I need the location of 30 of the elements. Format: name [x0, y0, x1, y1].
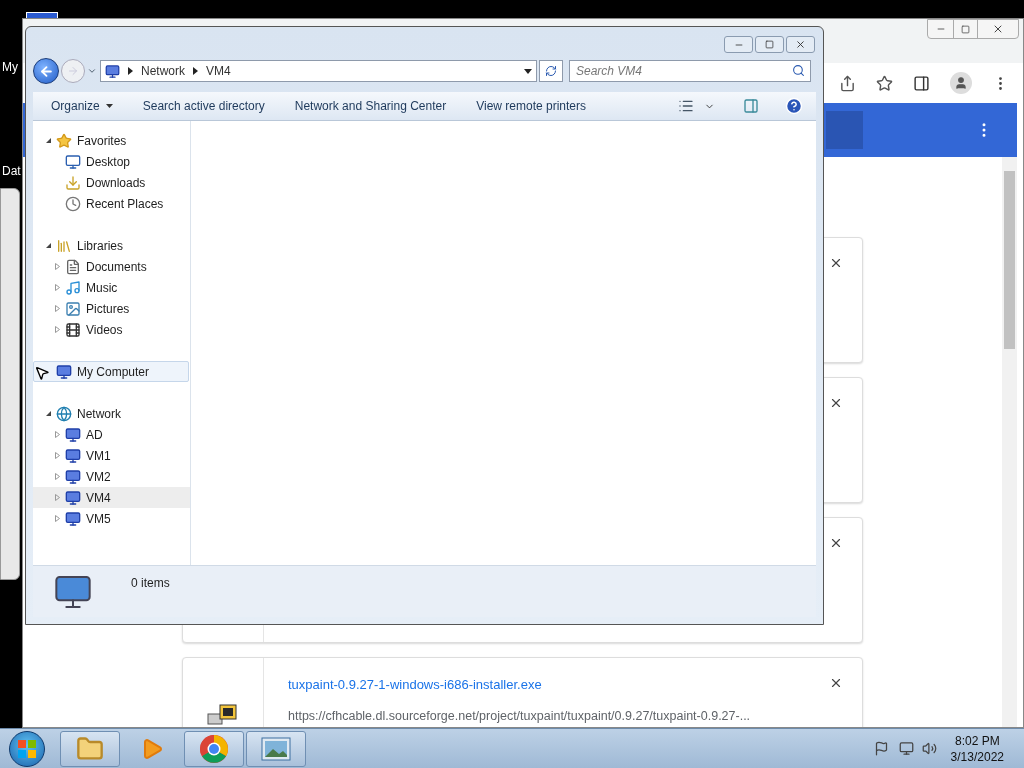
command-button[interactable]: View remote printers: [476, 97, 586, 115]
desktop-icon-label[interactable]: Dat: [2, 162, 21, 180]
command-button[interactable]: Network and Sharing Center: [294, 97, 447, 115]
navigation-item[interactable]: VM2: [33, 466, 190, 487]
navigation-item[interactable]: Recent Places: [33, 193, 190, 214]
command-button[interactable]: Organize: [51, 97, 113, 115]
item-count: 0 items: [131, 575, 170, 592]
address-bar[interactable]: Network VM4: [100, 60, 537, 82]
navigation-item[interactable]: VM4: [33, 487, 190, 508]
desktop-icon-label[interactable]: My: [2, 58, 18, 76]
search-field[interactable]: Search VM4: [569, 60, 811, 82]
navigation-group[interactable]: Favorites: [33, 130, 189, 151]
navigation-item[interactable]: Videos: [33, 319, 190, 340]
navigation-item[interactable]: Desktop: [33, 151, 190, 172]
navigation-item[interactable]: Downloads: [33, 172, 190, 193]
navigation-group[interactable]: Libraries: [33, 235, 189, 256]
download-url: https://cfhcable.dl.sourceforge.net/project/tuxpaint/tuxpaint/0.9.27/tuxpaint-0.9.27-...: [288, 707, 752, 725]
navigation-item[interactable]: AD: [33, 424, 190, 445]
navigation-group[interactable]: My Computer: [33, 361, 189, 382]
navigation-item[interactable]: VM1: [33, 445, 190, 466]
breadcrumb-item[interactable]: Network: [141, 62, 185, 80]
breadcrumb-item[interactable]: VM4: [206, 62, 231, 80]
navigation-item[interactable]: Documents: [33, 256, 190, 277]
clock[interactable]: 8:02 PM 3/13/2022: [950, 732, 1004, 765]
navigation-item[interactable]: Music: [33, 277, 190, 298]
file-name-link[interactable]: tuxpaint-0.9.27-1-windows-i686-installer.exe: [288, 675, 810, 695]
command-button[interactable]: Search active directory: [142, 97, 265, 115]
navigation-group[interactable]: Network: [33, 403, 189, 424]
navigation-item[interactable]: VM5: [33, 508, 190, 529]
navigation-item[interactable]: Pictures: [33, 298, 190, 319]
